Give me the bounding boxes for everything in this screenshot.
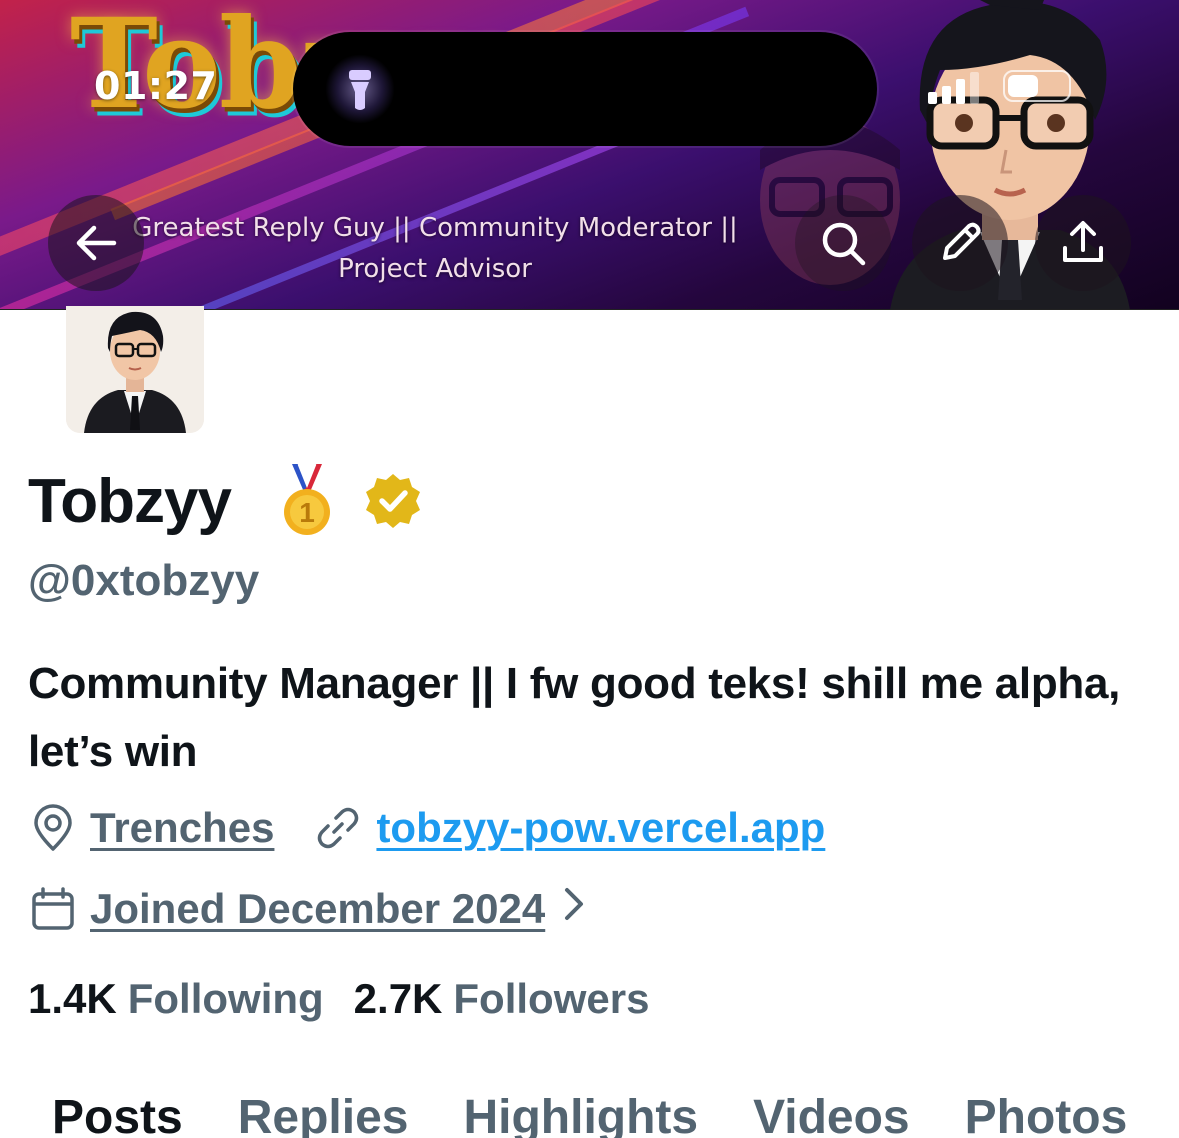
search-icon: [822, 222, 866, 266]
tab-highlights[interactable]: Highlights: [463, 1086, 698, 1138]
website-link[interactable]: tobzyy-pow.vercel.app: [376, 804, 825, 852]
profile-banner: Tobzyy Greatest Reply Guy || Community M…: [0, 0, 1179, 310]
location-pin-icon: [30, 804, 76, 852]
followers-label: Followers: [453, 975, 650, 1022]
status-time: 01:27: [94, 64, 218, 108]
verified-badge-icon: [366, 474, 420, 528]
calendar-icon: [30, 886, 76, 932]
share-icon: [1063, 221, 1103, 262]
profile-bio: Community Manager || I fw good teks! shi…: [28, 659, 1121, 776]
chevron-right-icon[interactable]: [563, 884, 585, 934]
profile-handle: @0xtobzyy: [28, 556, 260, 605]
cellular-signal-icon: [928, 72, 979, 104]
flashlight-icon: [325, 54, 395, 124]
profile-meta-row-2: Joined December 2024: [30, 884, 585, 934]
edit-button[interactable]: [912, 195, 1008, 291]
following-label: Following: [127, 975, 324, 1022]
link-icon: [314, 804, 362, 852]
profile-meta-row-1: Trenches tobzyy-pow.vercel.app: [30, 804, 825, 852]
first-place-medal-icon: 1: [284, 463, 330, 535]
svg-text:1: 1: [299, 497, 315, 528]
tab-replies[interactable]: Replies: [238, 1086, 409, 1138]
back-button[interactable]: [48, 195, 144, 291]
followers-stat[interactable]: 2.7K Followers: [354, 975, 650, 1023]
display-name: Tobzyy: [28, 467, 232, 536]
followers-count: 2.7K: [353, 975, 443, 1022]
following-count: 1.4K: [28, 975, 117, 1022]
following-stat[interactable]: 1.4K Following: [28, 975, 324, 1023]
profile-avatar[interactable]: [66, 306, 204, 433]
location-link[interactable]: Trenches: [90, 804, 274, 852]
tab-posts[interactable]: Posts: [52, 1086, 183, 1138]
tab-photos[interactable]: Photos: [965, 1086, 1128, 1138]
battery-icon: [1003, 70, 1071, 102]
share-button[interactable]: [1035, 195, 1131, 291]
tab-videos[interactable]: Videos: [753, 1086, 910, 1138]
search-button[interactable]: [795, 195, 891, 291]
joined-date-link[interactable]: Joined December 2024: [90, 885, 545, 933]
dynamic-island: [293, 32, 877, 146]
pencil-icon: [943, 222, 981, 260]
follow-stats: 1.4K Following 2.7K Followers: [28, 975, 649, 1023]
profile-tabs: Posts Replies Highlights Videos Photos: [52, 1086, 1127, 1138]
arrow-left-icon: [76, 225, 117, 261]
banner-tagline: Greatest Reply Guy || Community Moderato…: [132, 213, 738, 284]
